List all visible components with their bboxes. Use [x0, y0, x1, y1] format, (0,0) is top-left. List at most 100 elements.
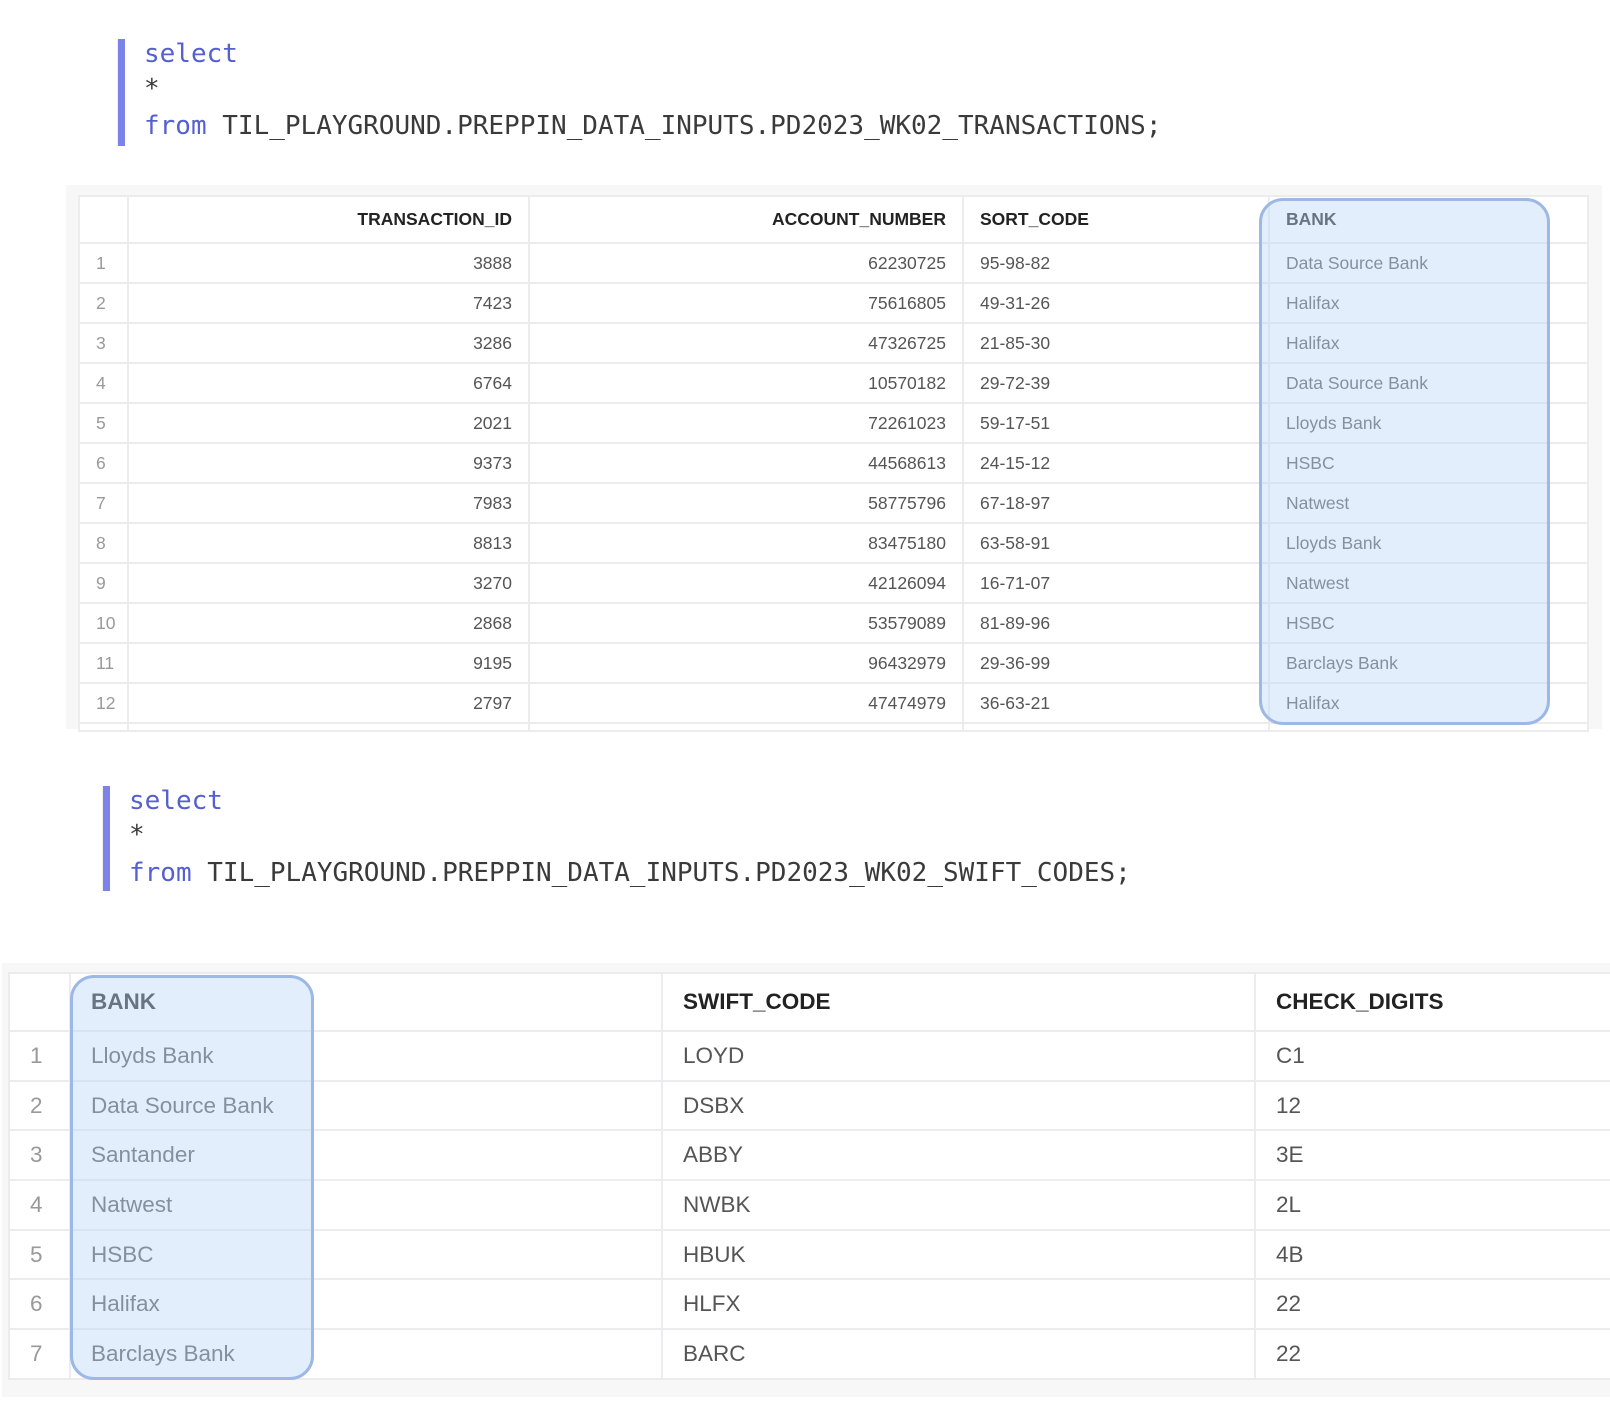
table-row[interactable]: 11 9195 96432979 29-36-99 Barclays Bank [78, 642, 1589, 684]
table-cell[interactable]: 95-98-82 [962, 242, 1270, 284]
table-row[interactable]: 10 2868 53579089 81-89-96 HSBC [78, 602, 1589, 644]
table-cell[interactable]: 49-31-26 [962, 282, 1270, 324]
table-cell[interactable]: 4B [1254, 1228, 1610, 1281]
table-cell[interactable]: 44568613 [528, 442, 964, 484]
table-cell[interactable]: Barclays Bank [69, 1328, 663, 1380]
table-cell[interactable]: 16-71-07 [962, 562, 1270, 604]
table-cell[interactable]: HSBC [69, 1228, 663, 1281]
table-cell[interactable]: Halifax [1268, 322, 1589, 364]
table-cell[interactable]: Lloyds Bank [1268, 402, 1589, 444]
table-cell[interactable]: Data Source Bank [1268, 362, 1589, 404]
table-cell[interactable]: Data Source Bank [69, 1079, 663, 1132]
table-cell[interactable]: 96432979 [528, 642, 964, 684]
sql-query-swift-codes[interactable]: select * from TIL_PLAYGROUND.PREPPIN_DAT… [102, 786, 1302, 891]
table-cell[interactable]: Natwest [1268, 482, 1589, 524]
table-cell[interactable]: Halifax [1268, 282, 1589, 324]
column-header-check-digits[interactable]: CHECK_DIGITS [1254, 972, 1610, 1032]
table-cell[interactable]: 9195 [127, 642, 530, 684]
table-cell[interactable]: 67-18-97 [962, 482, 1270, 524]
table-cell[interactable]: BARC [661, 1328, 1256, 1380]
table-cell[interactable]: HSBC [1268, 602, 1589, 644]
table-cell[interactable]: 59-17-51 [962, 402, 1270, 444]
table-cell[interactable]: 83475180 [528, 522, 964, 564]
table-row[interactable]: 1 3888 62230725 95-98-82 Data Source Bank [78, 242, 1589, 284]
table-row[interactable]: 9 3270 42126094 16-71-07 Natwest [78, 562, 1589, 604]
sql-query-transactions[interactable]: select * from TIL_PLAYGROUND.PREPPIN_DAT… [117, 39, 1317, 146]
table-cell[interactable]: NWBK [661, 1179, 1256, 1231]
table-row[interactable]: 6 Halifax HLFX 22 [8, 1278, 1610, 1331]
table-cell[interactable]: 22 [1254, 1278, 1610, 1331]
table-row[interactable]: 12 2797 47474979 36-63-21 Halifax [78, 682, 1589, 724]
table-cell[interactable]: 7983 [127, 482, 530, 524]
table-cell[interactable]: Lloyds Bank [69, 1030, 663, 1082]
table-cell[interactable]: 36-63-21 [962, 682, 1270, 724]
table-cell[interactable]: 2797 [127, 682, 530, 724]
table-row[interactable]: 5 HSBC HBUK 4B [8, 1228, 1610, 1281]
table-cell[interactable]: Halifax [1268, 682, 1589, 724]
table-row[interactable]: 5 2021 72261023 59-17-51 Lloyds Bank [78, 402, 1589, 444]
table-cell[interactable]: LOYD [661, 1030, 1256, 1082]
table-row[interactable]: 1 Lloyds Bank LOYD C1 [8, 1030, 1610, 1082]
column-header-swift-code[interactable]: SWIFT_CODE [661, 972, 1256, 1032]
select-star: * [144, 74, 160, 104]
table-cell[interactable]: HBUK [661, 1228, 1256, 1281]
table-cell[interactable]: 42126094 [528, 562, 964, 604]
table-cell[interactable]: 47474979 [528, 682, 964, 724]
table-row[interactable]: 7 7983 58775796 67-18-97 Natwest [78, 482, 1589, 524]
table-cell[interactable]: 72261023 [528, 402, 964, 444]
table-cell[interactable]: 29-72-39 [962, 362, 1270, 404]
table-cell[interactable]: 6764 [127, 362, 530, 404]
table-cell[interactable]: 3270 [127, 562, 530, 604]
table-row[interactable]: 7 Barclays Bank BARC 22 [8, 1328, 1610, 1380]
table-row[interactable]: 3 3286 47326725 21-85-30 Halifax [78, 322, 1589, 364]
table-row[interactable]: 3 Santander ABBY 3E [8, 1129, 1610, 1182]
table-cell[interactable]: HLFX [661, 1278, 1256, 1331]
table-cell[interactable]: 2868 [127, 602, 530, 644]
table-cell[interactable]: 53579089 [528, 602, 964, 644]
table-cell[interactable]: 3888 [127, 242, 530, 284]
column-header-bank[interactable]: BANK [1268, 195, 1589, 244]
table-cell[interactable]: 62230725 [528, 242, 964, 284]
table-cell[interactable]: 3E [1254, 1129, 1610, 1182]
table-cell[interactable]: Data Source Bank [1268, 242, 1589, 284]
table-cell[interactable]: Natwest [69, 1179, 663, 1231]
header-row: TRANSACTION_ID ACCOUNT_NUMBER SORT_CODE BAN… [78, 195, 1589, 244]
table-cell[interactable]: 81-89-96 [962, 602, 1270, 644]
table-row[interactable]: 2 7423 75616805 49-31-26 Halifax [78, 282, 1589, 324]
row-number: 5 [8, 1228, 71, 1281]
table-cell[interactable]: C1 [1254, 1030, 1610, 1082]
table-cell[interactable]: 10570182 [528, 362, 964, 404]
table-cell[interactable]: Halifax [69, 1278, 663, 1331]
table-cell[interactable]: 58775796 [528, 482, 964, 524]
table-cell[interactable]: ABBY [661, 1129, 1256, 1182]
table-cell[interactable]: 22 [1254, 1328, 1610, 1380]
table-cell[interactable]: 2L [1254, 1179, 1610, 1231]
table-row[interactable]: 6 9373 44568613 24-15-12 HSBC [78, 442, 1589, 484]
column-header-sort-code[interactable]: SORT_CODE [962, 195, 1270, 244]
table-row[interactable]: 4 Natwest NWBK 2L [8, 1179, 1610, 1231]
table-cell[interactable]: Lloyds Bank [1268, 522, 1589, 564]
table-cell[interactable]: 75616805 [528, 282, 964, 324]
table-cell[interactable]: 8813 [127, 522, 530, 564]
column-header-transaction-id[interactable]: TRANSACTION_ID [127, 195, 530, 244]
table-row[interactable]: 4 6764 10570182 29-72-39 Data Source Bank [78, 362, 1589, 404]
table-cell[interactable]: Natwest [1268, 562, 1589, 604]
table-cell[interactable]: HSBC [1268, 442, 1589, 484]
table-cell[interactable]: Barclays Bank [1268, 642, 1589, 684]
table-cell[interactable]: Santander [69, 1129, 663, 1182]
table-cell[interactable]: 29-36-99 [962, 642, 1270, 684]
table-cell[interactable]: 63-58-91 [962, 522, 1270, 564]
table-cell[interactable]: 12 [1254, 1079, 1610, 1132]
table-cell[interactable]: DSBX [661, 1079, 1256, 1132]
table-cell[interactable]: 9373 [127, 442, 530, 484]
column-header-account-number[interactable]: ACCOUNT_NUMBER [528, 195, 964, 244]
table-row[interactable]: 8 8813 83475180 63-58-91 Lloyds Bank [78, 522, 1589, 564]
table-row[interactable]: 2 Data Source Bank DSBX 12 [8, 1079, 1610, 1132]
table-cell[interactable]: 47326725 [528, 322, 964, 364]
table-cell[interactable]: 3286 [127, 322, 530, 364]
table-cell[interactable]: 2021 [127, 402, 530, 444]
table-cell[interactable]: 7423 [127, 282, 530, 324]
table-cell[interactable]: 21-85-30 [962, 322, 1270, 364]
table-cell[interactable]: 24-15-12 [962, 442, 1270, 484]
column-header-bank[interactable]: BANK [69, 972, 663, 1032]
